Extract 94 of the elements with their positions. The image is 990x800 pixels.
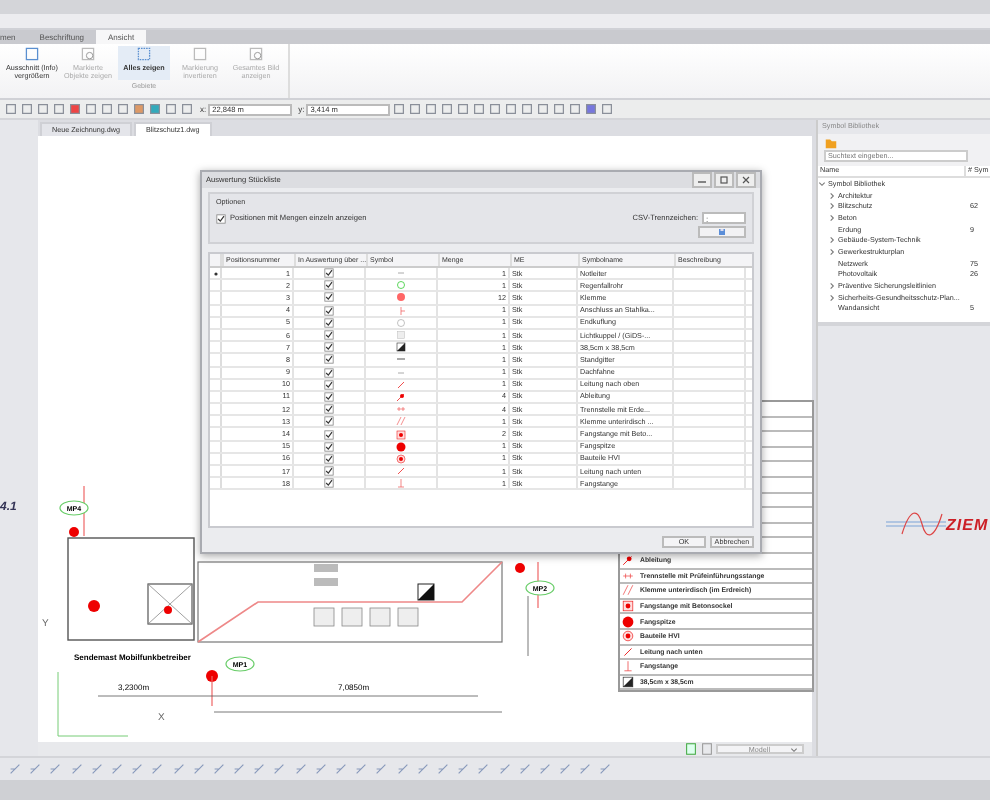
checkbox[interactable] [324, 478, 334, 489]
draw-tool-icon[interactable] [69, 762, 84, 776]
diag-dot-symbol-icon [622, 554, 634, 567]
checkbox[interactable] [216, 213, 226, 223]
corner-symbol-icon [622, 675, 634, 688]
checkbox[interactable] [324, 379, 334, 390]
expand-icon[interactable] [828, 236, 836, 245]
draw-tool-icon[interactable] [517, 762, 532, 776]
expand-icon[interactable] [828, 282, 836, 291]
checkbox[interactable] [324, 453, 334, 464]
ring-dot-symbol-icon [622, 630, 634, 643]
wave-logo-icon [886, 512, 946, 537]
magnifier-icon [80, 46, 96, 62]
expand-icon[interactable] [828, 247, 836, 256]
draw-tool-icon[interactable] [456, 762, 471, 776]
diag-dot-symbol-icon [396, 391, 406, 402]
draw-tool-icon[interactable] [28, 762, 43, 776]
draw-tool-icon[interactable] [272, 762, 287, 776]
checkbox[interactable] [324, 391, 334, 402]
tee-symbol-icon [396, 305, 406, 316]
expand-icon[interactable] [828, 293, 836, 302]
draw-tool-icon[interactable] [191, 762, 206, 776]
ring-symbol-icon [396, 280, 406, 291]
draw-tool-icon[interactable] [109, 762, 124, 776]
save-icon [718, 228, 726, 236]
draw-tool-icon[interactable] [374, 762, 389, 776]
dash-bars-symbol-icon [622, 569, 634, 582]
draw-tool-icon[interactable] [232, 762, 247, 776]
expand-icon[interactable] [828, 191, 836, 200]
collapse-icon[interactable] [818, 179, 826, 188]
ring-symbol-icon [396, 317, 406, 328]
checkbox[interactable] [324, 280, 334, 291]
ring-dot-symbol-icon [396, 453, 406, 464]
checkbox[interactable] [324, 342, 334, 353]
dash-bars-symbol-icon [396, 404, 406, 415]
hatch-symbol-icon [622, 584, 634, 597]
dot-symbol-icon [396, 292, 406, 303]
corner-symbol-icon [396, 342, 406, 353]
draw-tool-icon[interactable] [395, 762, 410, 776]
draw-tool-icon[interactable] [497, 762, 511, 776]
draw-tool-icon[interactable] [150, 762, 165, 776]
minimize-icon[interactable] [692, 172, 712, 188]
draw-tool-icon[interactable] [48, 762, 63, 776]
current-row-marker[interactable] [210, 268, 222, 279]
save-button[interactable] [698, 226, 746, 238]
draw-tool-icon[interactable] [598, 762, 613, 776]
draw-tool-icon[interactable] [537, 762, 552, 776]
draw-tool-icon[interactable] [8, 762, 22, 776]
draw-tool-icon[interactable] [130, 762, 145, 776]
checkbox[interactable] [324, 317, 334, 328]
draw-tool-icon[interactable] [435, 762, 450, 776]
tee-down-symbol-icon [622, 660, 634, 673]
draw-tool-icon[interactable] [171, 762, 185, 776]
dash-symbol-icon [396, 367, 406, 378]
frame-icon [192, 46, 208, 62]
checkbox[interactable] [324, 292, 334, 303]
checkbox[interactable] [324, 305, 334, 316]
draw-tool-icon[interactable] [578, 762, 593, 776]
expand-icon[interactable] [828, 213, 836, 222]
draw-tool-icon[interactable] [476, 762, 491, 776]
checkbox[interactable] [324, 330, 334, 341]
tee-down-symbol-icon [396, 478, 406, 489]
draw-tool-icon[interactable] [252, 762, 267, 776]
dot-big-symbol-icon [622, 615, 634, 628]
company-logo-text: ZIEM [946, 515, 989, 534]
checkbox[interactable] [324, 466, 334, 477]
expand-icon[interactable] [828, 202, 836, 211]
caret-icon [790, 745, 798, 753]
draw-tool-icon[interactable] [89, 762, 104, 776]
frame-icon [136, 46, 152, 62]
maximize-icon[interactable] [714, 172, 734, 188]
close-icon[interactable] [736, 172, 756, 188]
frame-icon [24, 46, 40, 62]
checkbox[interactable] [324, 268, 334, 279]
draw-tool-icon[interactable] [354, 762, 369, 776]
draw-tool-icon[interactable] [313, 762, 328, 776]
checkbox[interactable] [324, 354, 334, 365]
checkbox[interactable] [324, 404, 334, 415]
hatch-symbol-icon [396, 416, 406, 427]
dot-big-symbol-icon [396, 441, 406, 452]
checkbox[interactable] [324, 441, 334, 452]
square-dot-symbol-icon [396, 429, 406, 440]
dash-symbol-icon [396, 268, 406, 279]
diag-symbol-icon [622, 645, 634, 658]
draw-tool-icon[interactable] [334, 762, 348, 776]
magnifier-icon [248, 46, 264, 62]
square-dot-symbol-icon [622, 600, 634, 613]
draw-tool-icon[interactable] [293, 762, 308, 776]
checkbox[interactable] [324, 416, 334, 427]
draw-tool-icon[interactable] [558, 762, 573, 776]
draw-tool-icon[interactable] [211, 762, 226, 776]
checkbox[interactable] [324, 367, 334, 378]
draw-tool-icon[interactable] [415, 762, 430, 776]
checkbox[interactable] [324, 429, 334, 440]
